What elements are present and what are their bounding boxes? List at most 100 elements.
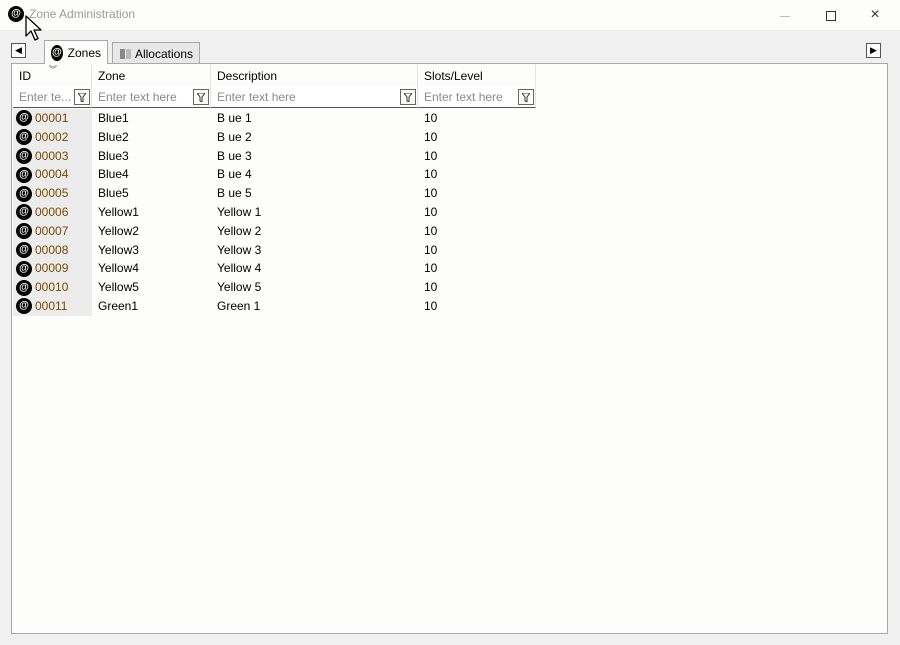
filter-input-zone[interactable] <box>92 87 192 107</box>
cell-description: B ue 1 <box>217 111 252 125</box>
at-sign-icon: @ <box>16 147 32 164</box>
grid-header-row: ID ︾ Zone Description Slots/Level <box>13 65 536 87</box>
cell-slots-level: 10 <box>424 242 438 257</box>
cell-id-text: 00010 <box>35 280 69 295</box>
table-row[interactable]: @00009 Yellow4 Yellow 4 10 <box>13 259 536 279</box>
column-header-description[interactable]: Description <box>211 65 418 87</box>
cell-id-text: 00004 <box>35 167 69 182</box>
cell-zone: Blue2 <box>98 129 129 144</box>
maximize-button[interactable] <box>808 0 854 30</box>
cell-zone: Yellow4 <box>98 261 139 276</box>
cell-id: @00007 <box>13 221 92 241</box>
table-row[interactable]: @00007 Yellow2 Yellow 2 10 <box>13 221 536 241</box>
table-row[interactable]: @00010 Yellow5 Yellow 5 10 <box>13 278 536 297</box>
cell-description: B ue 5 <box>217 186 252 201</box>
minimize-button[interactable] <box>762 0 808 30</box>
column-header-slots-level-label: Slots/Level <box>424 69 483 83</box>
filter-input-slots-level[interactable] <box>418 87 517 107</box>
cell-zone: Yellow1 <box>98 204 139 219</box>
cell-slots-level: 10 <box>424 298 438 313</box>
cell-zone: Yellow2 <box>98 223 139 238</box>
cell-description: Green 1 <box>217 298 261 313</box>
cell-id: @00004 <box>13 165 92 185</box>
cell-zone: Yellow5 <box>98 280 139 295</box>
cell-slots-level: 10 <box>424 280 438 295</box>
funnel-icon <box>404 93 412 102</box>
table-row[interactable]: @00006 Yellow1 Yellow 1 10 <box>13 202 536 222</box>
cell-description: B ue 3 <box>217 148 252 163</box>
table-row[interactable]: @00011 Green1 Green 1 10 <box>13 296 536 316</box>
table-row[interactable]: @00008 Yellow3 Yellow 3 10 <box>13 240 536 260</box>
at-sign-icon: @ <box>16 241 32 258</box>
filter-cell-description <box>211 87 418 108</box>
at-sign-icon: @ <box>16 166 32 183</box>
cell-zone: Yellow3 <box>98 242 139 257</box>
table-row[interactable]: @00002 Blue2 B ue 2 10 <box>13 127 536 147</box>
cell-description: Yellow 3 <box>217 242 262 257</box>
cell-id: @00008 <box>13 240 92 260</box>
cell-description: Yellow 4 <box>217 261 262 276</box>
column-header-zone[interactable]: Zone <box>92 65 211 87</box>
title-bar: @ Zone Administration × <box>0 0 900 30</box>
filter-button-zone[interactable] <box>193 89 209 105</box>
tab-allocations-label: Allocations <box>134 46 193 61</box>
cell-zone: Blue4 <box>98 167 129 182</box>
cell-id-text: 00005 <box>35 186 69 201</box>
cell-id-text: 00008 <box>35 242 69 257</box>
cell-id: @00005 <box>13 184 92 203</box>
funnel-icon <box>78 93 86 102</box>
cell-id-text: 00007 <box>35 223 69 238</box>
cell-zone: Blue3 <box>98 148 129 163</box>
tab-allocations[interactable]: Allocations <box>112 42 200 64</box>
at-sign-icon: @ <box>51 44 63 61</box>
cell-slots-level: 10 <box>424 111 438 125</box>
table-row[interactable]: @00005 Blue5 B ue 5 10 <box>13 184 536 203</box>
filter-cell-slots-level <box>418 87 536 108</box>
filter-input-description[interactable] <box>211 87 399 107</box>
sort-indicator-icon: ︾ <box>49 65 57 74</box>
cell-description: B ue 2 <box>217 129 252 144</box>
tab-scroll-left-button[interactable]: ◀ <box>11 43 26 58</box>
cell-id-text: 00003 <box>35 148 69 163</box>
cell-slots-level: 10 <box>424 223 438 238</box>
grid-filter-row <box>13 87 536 108</box>
at-sign-icon: @ <box>16 298 32 315</box>
cell-slots-level: 10 <box>424 186 438 201</box>
filter-button-slots-level[interactable] <box>518 89 534 105</box>
tab-strip: ◀ ▶ @ Zones Allocations <box>0 30 900 64</box>
cell-id: @00011 <box>13 296 92 316</box>
book-icon <box>119 48 131 60</box>
filter-button-id[interactable] <box>74 89 90 105</box>
column-header-slots-level[interactable]: Slots/Level <box>418 65 536 87</box>
cell-id: @00002 <box>13 127 92 147</box>
cell-description: B ue 4 <box>217 167 252 182</box>
at-sign-icon: @ <box>16 185 32 202</box>
cell-slots-level: 10 <box>424 167 438 182</box>
cell-id: @00009 <box>13 259 92 279</box>
at-sign-icon: @ <box>16 260 32 277</box>
app-at-sign-icon[interactable]: @ <box>8 6 24 22</box>
at-sign-icon: @ <box>16 110 32 127</box>
funnel-icon <box>197 93 205 102</box>
column-header-id-label: ID <box>19 69 31 83</box>
filter-button-description[interactable] <box>400 89 416 105</box>
at-sign-icon: @ <box>16 279 32 296</box>
tab-scroll-right-button[interactable]: ▶ <box>866 43 881 58</box>
cell-slots-level: 10 <box>424 261 438 276</box>
close-button[interactable]: × <box>852 0 898 30</box>
cell-id-text: 00009 <box>35 261 69 276</box>
table-row[interactable]: @00001 Blue1 B ue 1 10 <box>13 109 536 128</box>
table-row[interactable]: @00003 Blue3 B ue 3 10 <box>13 146 536 166</box>
column-header-zone-label: Zone <box>98 69 126 83</box>
mouse-cursor-icon <box>25 15 42 41</box>
filter-cell-zone <box>92 87 211 108</box>
cell-id: @00006 <box>13 202 92 222</box>
column-header-id[interactable]: ID ︾ <box>13 65 92 87</box>
tab-zones[interactable]: @ Zones <box>44 40 108 64</box>
filter-input-id[interactable] <box>13 87 73 107</box>
table-row[interactable]: @00004 Blue4 B ue 4 10 <box>13 165 536 185</box>
cell-description: Yellow 5 <box>217 280 262 295</box>
cell-id: @00010 <box>13 278 92 297</box>
cell-slots-level: 10 <box>424 204 438 219</box>
filter-cell-id <box>13 87 92 108</box>
